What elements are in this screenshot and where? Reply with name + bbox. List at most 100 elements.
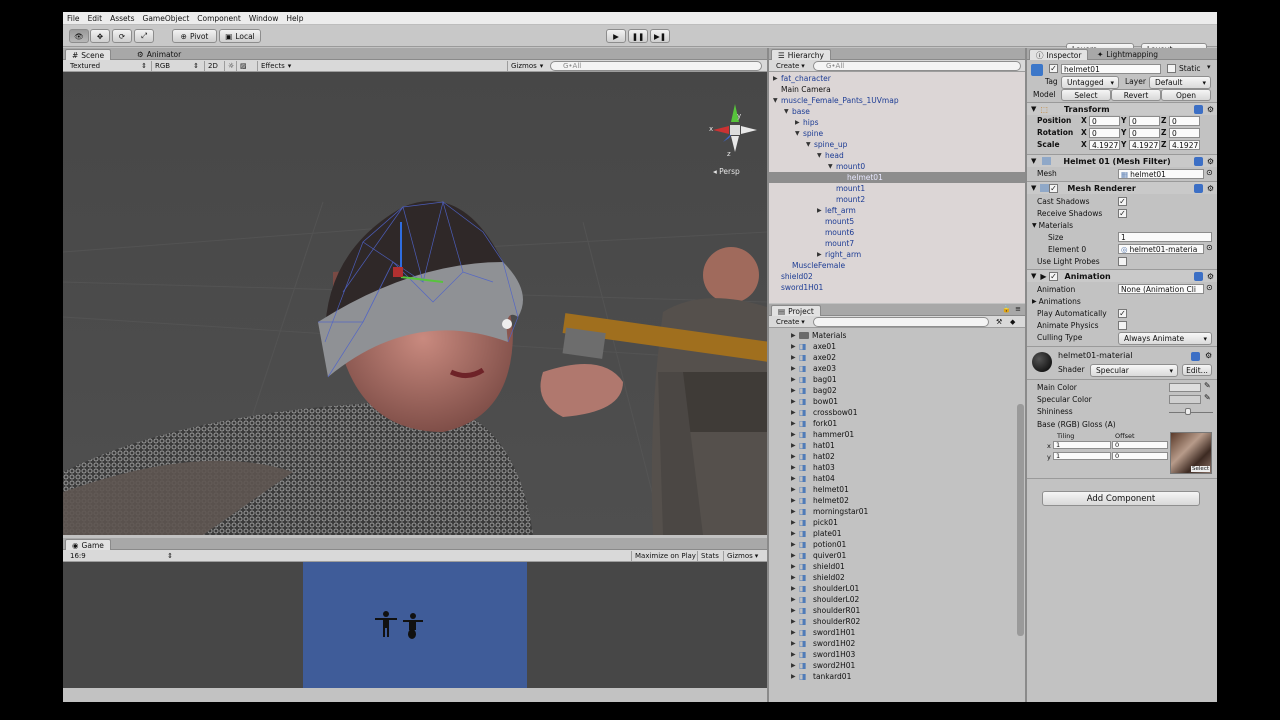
size-input[interactable]: 1 <box>1118 232 1212 242</box>
main-color-swatch[interactable] <box>1169 383 1201 392</box>
rotate-tool-button[interactable]: ⟳ <box>112 29 132 43</box>
chevron-right-icon[interactable]: ▶ <box>817 251 825 258</box>
hierarchy-search-input[interactable]: G•All <box>813 61 1021 71</box>
project-item[interactable]: ▶ ◨ hat03 <box>791 462 835 473</box>
project-item[interactable]: ▶ ◨ axe03 <box>791 363 836 374</box>
gear-icon[interactable]: ⚙ <box>1207 272 1214 281</box>
offset-x-input[interactable]: 0 <box>1112 441 1168 449</box>
chevron-right-icon[interactable]: ▶ <box>791 530 799 537</box>
hierarchy-item[interactable]: ▼ spine_up <box>806 139 847 150</box>
hierarchy-item[interactable]: ▶ right_arm <box>817 249 861 260</box>
eyedropper-icon[interactable]: ✎ <box>1204 381 1211 390</box>
chevron-right-icon[interactable]: ▶ <box>791 651 799 658</box>
position-y-input[interactable]: 0 <box>1129 116 1160 126</box>
maximize-on-play-toggle[interactable]: Maximize on Play <box>631 551 699 561</box>
gear-icon[interactable]: ⚙ <box>1207 105 1214 114</box>
chevron-right-icon[interactable]: ▶ <box>791 563 799 570</box>
animate-physics-checkbox[interactable] <box>1118 321 1127 330</box>
hierarchy-item[interactable]: ▶ hips <box>795 117 819 128</box>
model-open-button[interactable]: Open <box>1161 89 1211 101</box>
chevron-right-icon[interactable]: ▶ <box>791 629 799 636</box>
project-item[interactable]: ▶ ◨ plate01 <box>791 528 842 539</box>
project-item[interactable]: ▶ ◨ sword1H01 <box>791 627 855 638</box>
chevron-right-icon[interactable]: ▶ <box>791 398 799 405</box>
tab-scene[interactable]: # Scene <box>65 49 112 60</box>
hierarchy-item[interactable]: ▼ muscle_Female_Pants_1UVmap <box>773 95 899 106</box>
chevron-right-icon[interactable]: ▶ <box>791 552 799 559</box>
object-picker-icon[interactable]: ⊙ <box>1206 283 1213 292</box>
hierarchy-item[interactable]: ▼ head <box>817 150 844 161</box>
object-picker-icon[interactable]: ⊙ <box>1206 243 1213 252</box>
scale-x-input[interactable]: 4.1927 <box>1089 140 1120 150</box>
project-item[interactable]: ▶ ◨ tankard01 <box>791 671 851 682</box>
rotation-z-input[interactable]: 0 <box>1169 128 1200 138</box>
help-book-icon[interactable] <box>1194 272 1203 281</box>
project-item[interactable]: ▶ ◨ pick01 <box>791 517 838 528</box>
hierarchy-item[interactable]: ▼ mount0 <box>828 161 865 172</box>
shader-dropdown[interactable]: Specular <box>1090 364 1178 377</box>
tiling-y-input[interactable]: 1 <box>1053 452 1111 460</box>
hand-tool-button[interactable]: 👁 <box>69 29 89 43</box>
animations-row[interactable]: ▶ Animations <box>1032 295 1213 307</box>
offset-y-input[interactable]: 0 <box>1112 452 1168 460</box>
chevron-right-icon[interactable]: ▶ <box>773 75 781 82</box>
model-select-button[interactable]: Select <box>1061 89 1111 101</box>
chevron-right-icon[interactable]: ▶ <box>791 618 799 625</box>
gear-icon[interactable]: ⚙ <box>1207 157 1214 166</box>
project-item[interactable]: ▶ ◨ morningstar01 <box>791 506 868 517</box>
project-item[interactable]: ▶ ◨ axe01 <box>791 341 836 352</box>
chevron-right-icon[interactable]: ▶ <box>791 607 799 614</box>
project-item[interactable]: ▶ ◨ hat02 <box>791 451 835 462</box>
hierarchy-item[interactable]: ▶ left_arm <box>817 205 856 216</box>
base-texture-thumbnail[interactable]: Select <box>1170 432 1212 474</box>
animation-clip-field[interactable]: None (Animation Cli <box>1118 284 1204 294</box>
mesh-field[interactable]: ▦ helmet01 <box>1118 169 1204 179</box>
render-mode-dropdown[interactable]: RGB ⇕ <box>151 61 201 71</box>
local-button[interactable]: ▣ Local <box>219 29 261 43</box>
chevron-down-icon[interactable]: ▼ <box>806 141 814 148</box>
mesh-renderer-header[interactable]: ▼ ✓ Mesh Renderer ⚙ <box>1027 181 1217 194</box>
project-scrollbar[interactable] <box>1017 404 1024 636</box>
rotation-x-input[interactable]: 0 <box>1089 128 1120 138</box>
filter-type-icon[interactable]: ⚒ <box>993 317 1005 327</box>
chevron-right-icon[interactable]: ▶ <box>791 486 799 493</box>
scene-viewport[interactable]: y x z ◂ Persp <box>63 72 767 535</box>
tab-hierarchy[interactable]: ☰ Hierarchy <box>771 49 831 60</box>
tab-project[interactable]: ▤ Project <box>771 305 821 316</box>
project-item[interactable]: ▶ ◨ shoulderL02 <box>791 594 859 605</box>
filter-label-icon[interactable]: ◆ <box>1007 317 1018 327</box>
hierarchy-item[interactable]: mount6 <box>817 227 854 238</box>
project-item[interactable]: ▶ ◨ shoulderR01 <box>791 605 860 616</box>
hierarchy-item[interactable]: mount1 <box>828 183 865 194</box>
chevron-right-icon[interactable]: ▶ <box>817 207 825 214</box>
chevron-right-icon[interactable]: ▶ <box>791 673 799 680</box>
project-item[interactable]: ▶ ◨ fork01 <box>791 418 837 429</box>
menu-item[interactable]: Assets <box>106 14 138 23</box>
tag-dropdown[interactable]: Untagged <box>1061 76 1119 89</box>
tab-game[interactable]: ◉ Game <box>65 539 111 550</box>
position-z-input[interactable]: 0 <box>1169 116 1200 126</box>
mesh-filter-header[interactable]: ▼ Helmet 01 (Mesh Filter) ⚙ <box>1027 154 1217 167</box>
texture-select-button[interactable]: Select <box>1191 466 1210 472</box>
shininess-slider-handle[interactable] <box>1185 408 1191 415</box>
tab-animator[interactable]: ⚙ Animator <box>131 49 187 60</box>
tab-lightmapping[interactable]: ✦ Lightmapping <box>1091 49 1164 60</box>
receive-shadows-checkbox[interactable]: ✓ <box>1118 209 1127 218</box>
object-picker-icon[interactable]: ⊙ <box>1206 168 1213 177</box>
step-button[interactable]: ▶❚ <box>650 29 670 43</box>
tab-inspector[interactable]: ⓘ Inspector <box>1029 49 1089 60</box>
chevron-right-icon[interactable]: ▶ <box>791 574 799 581</box>
hierarchy-item[interactable]: Main Camera <box>773 84 831 95</box>
effects-dropdown[interactable]: Effects ▾ <box>257 61 294 71</box>
transform-header[interactable]: ▼ ⬚ Transform ⚙ <box>1027 102 1217 115</box>
hierarchy-item[interactable]: mount5 <box>817 216 854 227</box>
hierarchy-item[interactable]: ▶ fat_character <box>773 73 831 84</box>
active-checkbox[interactable]: ✓ <box>1049 64 1058 73</box>
project-item[interactable]: ▶ ◨ bow01 <box>791 396 838 407</box>
chevron-right-icon[interactable]: ▶ <box>791 354 799 361</box>
hierarchy-item[interactable]: helmet01 <box>839 172 883 183</box>
chevron-down-icon[interactable]: ▼ <box>784 108 792 115</box>
menu-item[interactable]: GameObject <box>139 14 194 23</box>
game-gizmos-dropdown[interactable]: Gizmos ▾ <box>723 551 761 561</box>
project-create-dropdown[interactable]: Create ▾ <box>773 317 808 327</box>
